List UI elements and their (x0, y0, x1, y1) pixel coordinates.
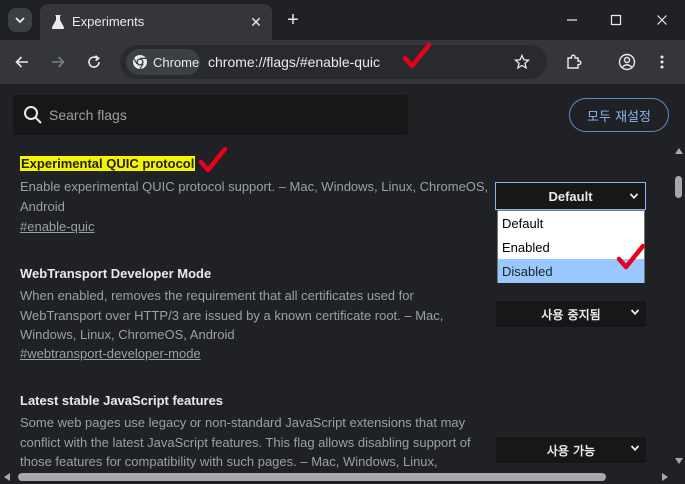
reload-icon (88, 55, 100, 68)
back-button[interactable] (10, 50, 34, 74)
scroll-left-arrow-icon[interactable] (4, 473, 10, 481)
tab-experiments[interactable]: Experiments ✕ (40, 4, 272, 40)
plus-icon: + (287, 9, 299, 31)
site-info-chip[interactable]: Chrome (126, 49, 200, 75)
option-disabled[interactable]: Disabled (498, 259, 644, 283)
forward-button[interactable] (46, 50, 70, 74)
account-icon (618, 53, 636, 71)
flag-description: Enable experimental QUIC protocol suppor… (20, 179, 489, 214)
arrow-left-icon (15, 56, 28, 68)
reset-all-button[interactable]: 모두 재설정 (569, 98, 669, 132)
close-icon: ✕ (250, 13, 262, 30)
chevron-down-icon (629, 193, 639, 200)
arrow-right-icon (52, 56, 65, 68)
flag-select-open[interactable]: Default (495, 182, 646, 210)
select-value: Default (548, 188, 593, 204)
flag-description: Some web pages use legacy or non-standar… (20, 415, 471, 469)
close-tab-button[interactable]: ✕ (246, 12, 266, 32)
flag-select[interactable]: 사용 중지됨 (496, 301, 646, 327)
close-icon (657, 15, 667, 25)
search-input[interactable] (49, 95, 399, 135)
search-box[interactable] (13, 95, 408, 135)
puzzle-icon (567, 54, 582, 69)
select-value: 사용 중지됨 (541, 307, 601, 322)
chevron-down-icon (630, 309, 640, 316)
flag-title: WebTransport Developer Mode (20, 266, 212, 281)
reload-button[interactable] (82, 50, 106, 74)
select-dropdown-list: Default Enabled Disabled (497, 210, 645, 283)
select-value: 사용 가능 (546, 443, 596, 458)
flag-link[interactable]: #webtransport-developer-mode (20, 346, 201, 361)
tab-strip: Experiments ✕ + (0, 0, 685, 40)
flag-title: Latest stable JavaScript features (20, 393, 224, 408)
extensions-button[interactable] (562, 50, 586, 74)
tab-search-button[interactable] (8, 8, 32, 32)
flag-title: Experimental QUIC protocol (20, 156, 196, 171)
option-default[interactable]: Default (498, 211, 644, 235)
toolbar: Chrome chrome://flags/#enable-quic (0, 40, 685, 84)
address-bar[interactable]: Chrome chrome://flags/#enable-quic (120, 45, 547, 79)
chevron-down-icon (630, 445, 640, 452)
tab-title: Experiments (72, 14, 145, 29)
flag-title-highlight: Experimental QUIC protocol (20, 156, 196, 171)
chevron-down-icon (15, 17, 25, 24)
chrome-logo-icon (133, 55, 147, 70)
minimize-icon (567, 19, 577, 21)
flask-icon (51, 15, 65, 29)
scroll-right-arrow-icon[interactable] (662, 473, 668, 481)
flag-select[interactable]: 사용 가능 (496, 437, 646, 463)
scroll-down-arrow-icon[interactable] (675, 458, 683, 464)
star-icon[interactable] (514, 54, 530, 70)
new-tab-button[interactable]: + (282, 9, 304, 31)
more-vertical-icon (660, 55, 664, 69)
vertical-scrollbar-thumb[interactable] (675, 176, 682, 198)
horizontal-scrollbar-thumb[interactable] (18, 473, 606, 481)
minimize-button[interactable] (560, 8, 584, 32)
maximize-button[interactable] (604, 8, 628, 32)
scroll-up-arrow-icon[interactable] (675, 148, 683, 154)
option-enabled[interactable]: Enabled (498, 235, 644, 259)
maximize-icon (610, 14, 622, 26)
flag-link[interactable]: #enable-quic (20, 219, 94, 234)
profile-button[interactable] (615, 50, 639, 74)
flag-description: When enabled, removes the requirement th… (20, 288, 444, 342)
chip-label: Chrome (153, 55, 200, 70)
flags-header: 모두 재설정 (0, 84, 685, 144)
url-text[interactable]: chrome://flags/#enable-quic (208, 54, 380, 70)
search-icon (24, 106, 42, 124)
menu-button[interactable] (650, 50, 674, 74)
close-window-button[interactable] (650, 8, 674, 32)
